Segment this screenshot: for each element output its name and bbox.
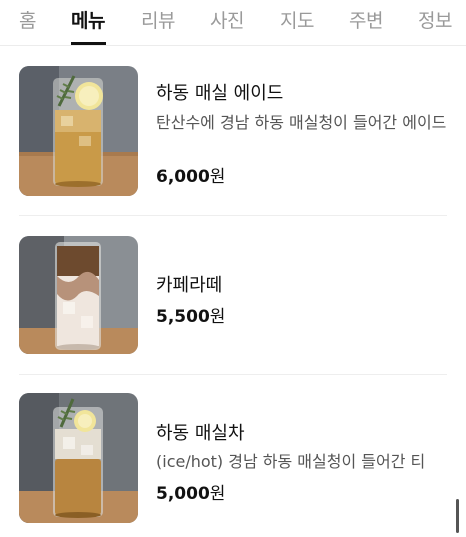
- iced-plum-tea-photo[interactable]: [19, 393, 138, 523]
- price-value: 5,000: [156, 484, 210, 504]
- iced-plum-ade-photo[interactable]: [19, 66, 138, 196]
- tab-reviews[interactable]: 리뷰: [141, 6, 175, 33]
- tab-home[interactable]: 홈: [19, 6, 36, 33]
- tab-nearby[interactable]: 주변: [349, 6, 383, 33]
- price-currency: 원: [209, 307, 226, 327]
- tab-photos[interactable]: 사진: [210, 6, 244, 33]
- price-value: 6,000: [156, 167, 210, 187]
- tab-menu[interactable]: 메뉴: [71, 6, 105, 33]
- tab-map[interactable]: 지도: [280, 6, 314, 33]
- menu-item-price: 5,500원: [156, 302, 225, 327]
- divider: [19, 215, 447, 216]
- iced-cafe-latte-photo[interactable]: [19, 236, 138, 354]
- menu-item-name: 카페라떼: [156, 275, 223, 296]
- menu-item-price: 6,000원: [156, 162, 225, 187]
- price-currency: 원: [209, 167, 226, 187]
- scrollbar[interactable]: [456, 499, 459, 533]
- menu-item-name: 하동 매실차: [156, 423, 245, 444]
- category-tab-bar: 홈 메뉴 리뷰 사진 지도 주변 정보: [0, 0, 466, 46]
- tab-info[interactable]: 정보: [418, 6, 452, 33]
- menu-item-name: 하동 매실 에이드: [156, 83, 284, 104]
- divider: [19, 374, 447, 375]
- price-currency: 원: [209, 484, 226, 504]
- price-value: 5,500: [156, 307, 210, 327]
- menu-item-description: (ice/hot) 경남 하동 매실청이 들어간 티: [156, 452, 426, 471]
- menu-item-price: 5,000원: [156, 479, 225, 504]
- menu-item-description: 탄산수에 경남 하동 매실청이 들어간 에이드: [156, 113, 447, 132]
- active-tab-indicator: [71, 42, 106, 45]
